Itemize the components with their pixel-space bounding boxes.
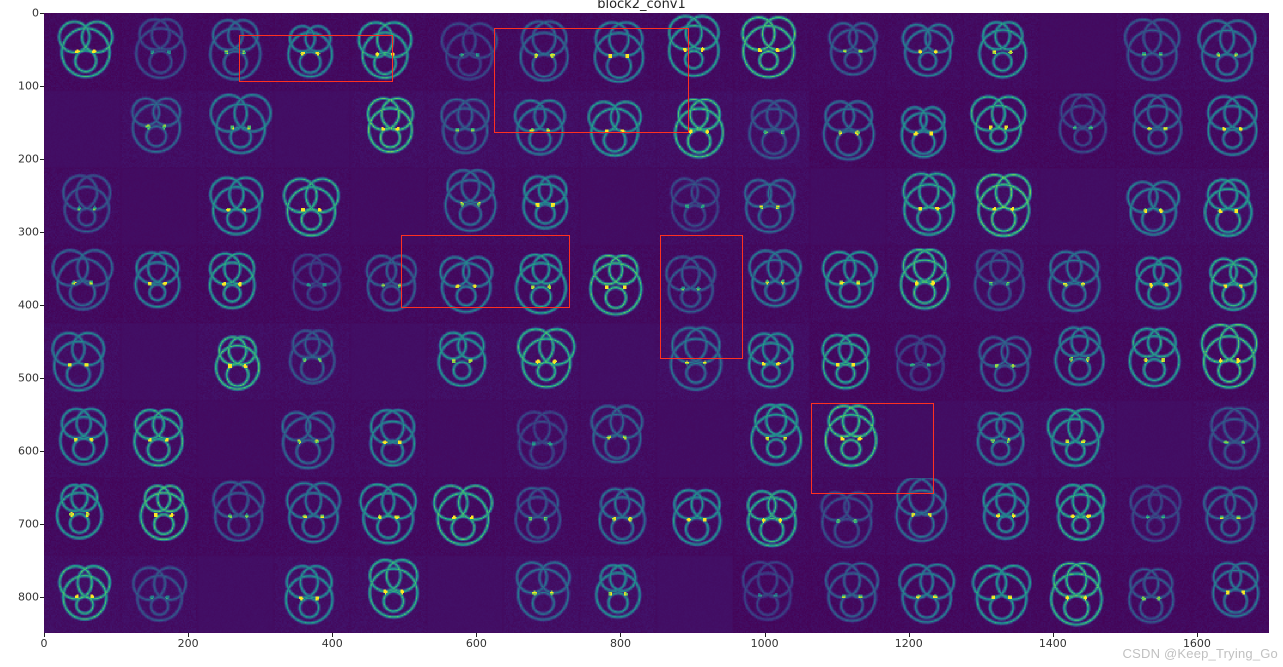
x-tick-label: 200 <box>178 637 199 650</box>
x-tick-label: 0 <box>41 637 48 650</box>
y-tick-label: 100 <box>18 79 39 92</box>
x-tick-mark <box>188 633 189 637</box>
x-tick-mark <box>765 633 766 637</box>
x-tick-label: 1200 <box>895 637 923 650</box>
x-tick-mark <box>1197 633 1198 637</box>
plot-title: block2_conv1 <box>0 0 1283 12</box>
x-tick-label: 600 <box>466 637 487 650</box>
feature-map-heatmap <box>44 13 1269 633</box>
y-tick-label: 0 <box>32 7 39 20</box>
x-tick-mark <box>476 633 477 637</box>
y-tick-label: 500 <box>18 371 39 384</box>
figure-root: block2_conv1 0 100 200 300 400 500 600 700 800 0… <box>0 0 1283 667</box>
x-tick-mark <box>909 633 910 637</box>
y-tick-label: 200 <box>18 152 39 165</box>
x-tick-mark <box>44 633 45 637</box>
y-tick-label: 600 <box>18 444 39 457</box>
y-tick-label: 300 <box>18 225 39 238</box>
x-tick-mark <box>1053 633 1054 637</box>
x-tick-mark <box>332 633 333 637</box>
x-tick-label: 800 <box>610 637 631 650</box>
y-tick-label: 800 <box>18 590 39 603</box>
y-tick-label: 400 <box>18 298 39 311</box>
y-tick-label: 700 <box>18 517 39 530</box>
x-tick-mark <box>620 633 621 637</box>
axes-area <box>44 13 1269 633</box>
x-tick-label: 1400 <box>1039 637 1067 650</box>
x-tick-label: 1000 <box>751 637 779 650</box>
x-tick-label: 1600 <box>1183 637 1211 650</box>
x-tick-label: 400 <box>322 637 343 650</box>
